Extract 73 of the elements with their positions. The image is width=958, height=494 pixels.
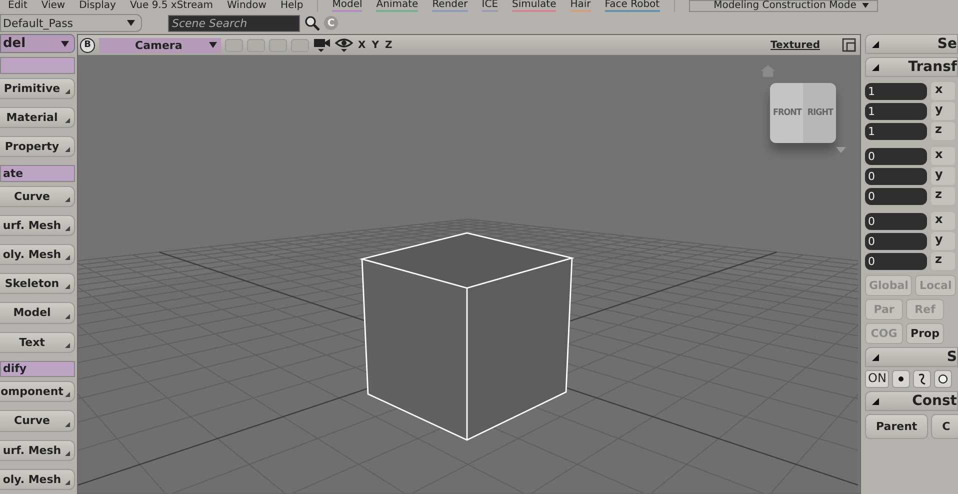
tool-button[interactable]: Material bbox=[0, 106, 75, 128]
axis-button[interactable]: x bbox=[931, 212, 955, 230]
axis-button[interactable]: z bbox=[931, 187, 955, 205]
value-field[interactable]: 0 bbox=[865, 232, 927, 250]
camera-dropdown[interactable]: Camera bbox=[99, 38, 221, 52]
tool-button[interactable]: urf. Mesh bbox=[0, 214, 75, 236]
panel-header[interactable]: Se bbox=[865, 34, 958, 54]
curve-icon[interactable] bbox=[913, 370, 932, 388]
eye-icon[interactable] bbox=[335, 37, 353, 53]
axis-button[interactable]: y bbox=[931, 102, 955, 120]
constrain-button[interactable]: Parent bbox=[865, 414, 928, 439]
search-icon[interactable] bbox=[304, 15, 320, 31]
tool-button[interactable]: urf. Mesh bbox=[0, 440, 75, 461]
caret-icon bbox=[61, 40, 69, 47]
menu-item[interactable]: Vue 9.5 xStream bbox=[130, 1, 213, 11]
axis-button[interactable]: z bbox=[931, 252, 955, 270]
axis-button[interactable]: x bbox=[931, 82, 955, 100]
search-field[interactable]: Scene Search bbox=[168, 14, 300, 32]
tool-button[interactable]: Curve bbox=[0, 186, 75, 207]
caret-icon bbox=[862, 3, 870, 8]
value-field[interactable]: 0 bbox=[865, 148, 927, 164]
value-field[interactable]: 0 bbox=[865, 188, 927, 204]
section-header[interactable]: dify bbox=[0, 360, 75, 378]
caret-icon bbox=[127, 20, 135, 26]
toggle-button[interactable] bbox=[247, 38, 265, 52]
menu-item[interactable]: Help bbox=[280, 1, 304, 11]
axis-button[interactable]: z bbox=[931, 122, 955, 140]
cube-drawing[interactable] bbox=[361, 232, 575, 441]
menu-item[interactable]: View bbox=[41, 1, 66, 11]
value-field[interactable]: 1 bbox=[865, 82, 927, 100]
toolbar-dropdown[interactable]: del bbox=[0, 34, 75, 54]
value-field[interactable]: 1 bbox=[865, 122, 927, 140]
display-mode-dropdown[interactable]: Textured bbox=[770, 40, 820, 50]
menu-item[interactable]: Display bbox=[79, 1, 116, 11]
ref-button[interactable]: Prop bbox=[906, 323, 944, 344]
snap-on-button[interactable]: ON bbox=[865, 370, 890, 388]
constrain-button[interactable]: C bbox=[931, 414, 958, 439]
tool-button[interactable]: Property bbox=[0, 136, 75, 158]
maximize-icon[interactable] bbox=[842, 38, 856, 52]
section-header[interactable]: ate bbox=[0, 165, 75, 182]
video-camera-icon[interactable] bbox=[313, 37, 331, 53]
panel-header[interactable]: S bbox=[865, 347, 958, 367]
axis-toggle[interactable]: X bbox=[357, 40, 367, 50]
tool-button[interactable]: oly. Mesh bbox=[0, 244, 75, 266]
value-field[interactable]: 0 bbox=[865, 252, 927, 270]
caret-icon bbox=[209, 42, 217, 48]
menu-item[interactable]: Edit bbox=[8, 1, 28, 11]
tool-button[interactable]: Curve bbox=[0, 410, 75, 432]
cube-face-label: FRONT bbox=[772, 108, 802, 118]
value-field[interactable]: 0 bbox=[865, 212, 927, 230]
tool-button[interactable]: Model bbox=[0, 302, 75, 324]
toggle-button[interactable] bbox=[291, 38, 309, 52]
menu-item[interactable]: Window bbox=[227, 1, 266, 11]
cube-face-label: RIGHT bbox=[807, 108, 834, 118]
tool-button[interactable]: Skeleton bbox=[0, 273, 75, 294]
toggle-button[interactable] bbox=[269, 38, 287, 52]
axis-button[interactable]: y bbox=[931, 167, 955, 185]
axis-button[interactable]: y bbox=[931, 232, 955, 250]
axis-toggle[interactable]: Z bbox=[384, 40, 394, 50]
tool-button[interactable]: omponent bbox=[0, 381, 75, 402]
pass-dropdown[interactable]: Default_Pass bbox=[0, 14, 142, 32]
toggle-button[interactable] bbox=[225, 38, 243, 52]
viewport-letter-button[interactable]: B bbox=[80, 38, 95, 52]
value-field[interactable]: 0 bbox=[865, 168, 927, 184]
axis-toggle[interactable]: Y bbox=[370, 40, 380, 50]
panel-header[interactable]: Transf bbox=[865, 57, 958, 77]
tool-button[interactable]: Text bbox=[0, 332, 75, 353]
value-field[interactable]: 1 bbox=[865, 102, 927, 120]
panel-header[interactable]: Const bbox=[865, 391, 958, 411]
tool-button[interactable]: oly. Mesh bbox=[0, 468, 75, 490]
axis-button[interactable]: x bbox=[931, 147, 955, 165]
mode-dropdown[interactable]: Modeling Construction Mode bbox=[688, 0, 878, 12]
tool-button[interactable]: Primitive bbox=[0, 78, 75, 99]
